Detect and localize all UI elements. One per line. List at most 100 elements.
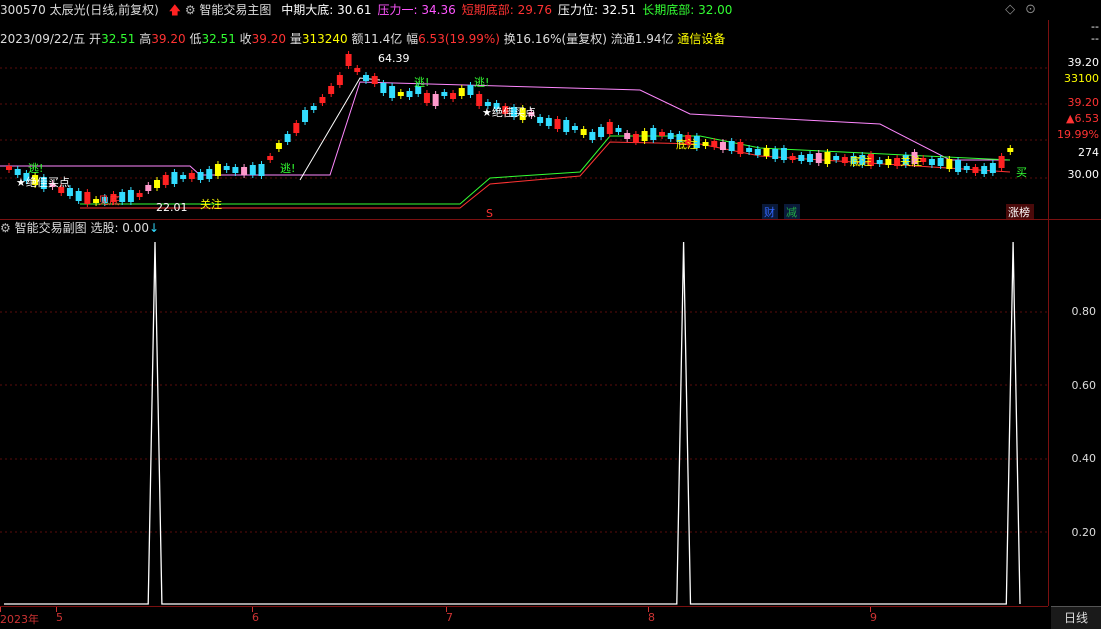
candle-body[interactable] [955,160,962,172]
candle-body[interactable] [450,93,457,99]
candle-body[interactable] [214,164,221,176]
sub-indicator-chart[interactable] [0,220,1048,606]
diamond-icon[interactable]: ◇ [1005,2,1025,17]
candle-body[interactable] [171,172,178,184]
candle-body[interactable] [876,160,883,164]
limit-up-badge[interactable]: 涨榜 [1008,205,1030,219]
candle-body[interactable] [632,134,639,142]
candle-body[interactable] [293,123,300,133]
candle-body[interactable] [1007,148,1014,152]
indicator-name[interactable]: 智能交易主图 [199,3,271,17]
candle-body[interactable] [127,190,134,202]
candle-body[interactable] [824,152,831,164]
candle-body[interactable] [589,132,596,140]
candle-body[interactable] [476,94,483,106]
candle-body[interactable] [659,132,666,136]
candle-body[interactable] [780,148,787,160]
finance-badge[interactable]: 财 [764,205,775,219]
candle-body[interactable] [362,75,369,81]
candle-body[interactable] [441,92,448,96]
reduce-badge[interactable]: 减 [786,206,797,219]
candle-body[interactable] [598,127,605,137]
candle-body[interactable] [946,159,953,169]
candle-body[interactable] [641,131,648,141]
candle-body[interactable] [798,155,805,161]
candle-body[interactable] [972,167,979,173]
candle-body[interactable] [267,156,274,160]
candle-body[interactable] [458,88,465,96]
settings-gear-icon[interactable]: ⚙ [185,3,196,17]
candle-body[interactable] [615,128,622,132]
candle-body[interactable] [554,119,561,129]
candle-body[interactable] [336,75,343,85]
candle-body[interactable] [746,148,753,152]
candle-body[interactable] [772,149,779,159]
candle-body[interactable] [833,156,840,160]
candle-body[interactable] [937,158,944,166]
candle-body[interactable] [241,167,248,175]
candle-body[interactable] [998,156,1005,168]
candle-body[interactable] [75,191,82,201]
candle-body[interactable] [84,192,91,204]
candle-body[interactable] [154,180,161,188]
candle-body[interactable] [702,142,709,146]
candle-body[interactable] [6,166,12,170]
candle-body[interactable] [223,166,230,170]
candle-body[interactable] [66,188,73,196]
candle-body[interactable] [537,117,544,123]
candle-body[interactable] [841,157,848,163]
candle-body[interactable] [319,97,326,103]
candle-body[interactable] [989,163,996,173]
candle-body[interactable] [345,54,352,66]
candle-body[interactable] [397,92,404,96]
candle-body[interactable] [719,142,726,150]
candle-body[interactable] [571,126,578,130]
candle-body[interactable] [310,106,317,110]
expand-icon[interactable]: ⊙ [1025,2,1046,17]
candle-body[interactable] [162,175,169,185]
candle-body[interactable] [754,149,761,155]
candle-body[interactable] [467,85,474,95]
candle-body[interactable] [328,86,335,94]
candle-body[interactable] [136,193,143,197]
candle-body[interactable] [606,122,613,134]
candle-body[interactable] [380,83,387,93]
candle-body[interactable] [815,153,822,163]
candle-body[interactable] [180,175,187,179]
candle-body[interactable] [432,94,439,106]
main-price-chart[interactable]: 64.3922.01逃! 逃!逃! 逃!★绝佳买点★绝佳买点见底 关注底注底注 关注买S… [0,20,1048,220]
candle-body[interactable] [711,141,718,147]
candle-body[interactable] [563,120,570,132]
symbol-title[interactable]: 300570 太辰光(日线,前复权) [0,3,159,17]
candle-body[interactable] [981,166,988,174]
candle-body[interactable] [928,159,935,165]
candle-body[interactable] [284,134,291,142]
candle-body[interactable] [188,173,195,179]
candle-body[interactable] [119,192,126,202]
candle-body[interactable] [667,133,674,139]
candle-body[interactable] [249,165,256,175]
candle-body[interactable] [206,169,213,179]
candle-body[interactable] [302,110,309,122]
candle-body[interactable] [389,86,396,98]
candle-body[interactable] [580,129,587,135]
candle-body[interactable] [763,148,770,156]
candle-body[interactable] [624,133,631,139]
candle-body[interactable] [232,167,239,173]
candle-body[interactable] [545,118,552,126]
candle-body[interactable] [423,93,430,103]
candle-body[interactable] [737,142,744,154]
candle-body[interactable] [145,185,152,191]
candle-body[interactable] [14,169,21,175]
candle-body[interactable] [885,159,892,165]
candle-body[interactable] [275,143,282,149]
candle-body[interactable] [406,91,413,97]
candle-body[interactable] [807,154,814,162]
candle-body[interactable] [371,76,378,84]
period-button[interactable]: 日线 [1051,606,1101,629]
candle-body[interactable] [789,156,796,160]
candle-body[interactable] [258,164,265,176]
candle-body[interactable] [650,128,657,140]
candle-body[interactable] [963,166,970,170]
candle-body[interactable] [197,172,204,180]
